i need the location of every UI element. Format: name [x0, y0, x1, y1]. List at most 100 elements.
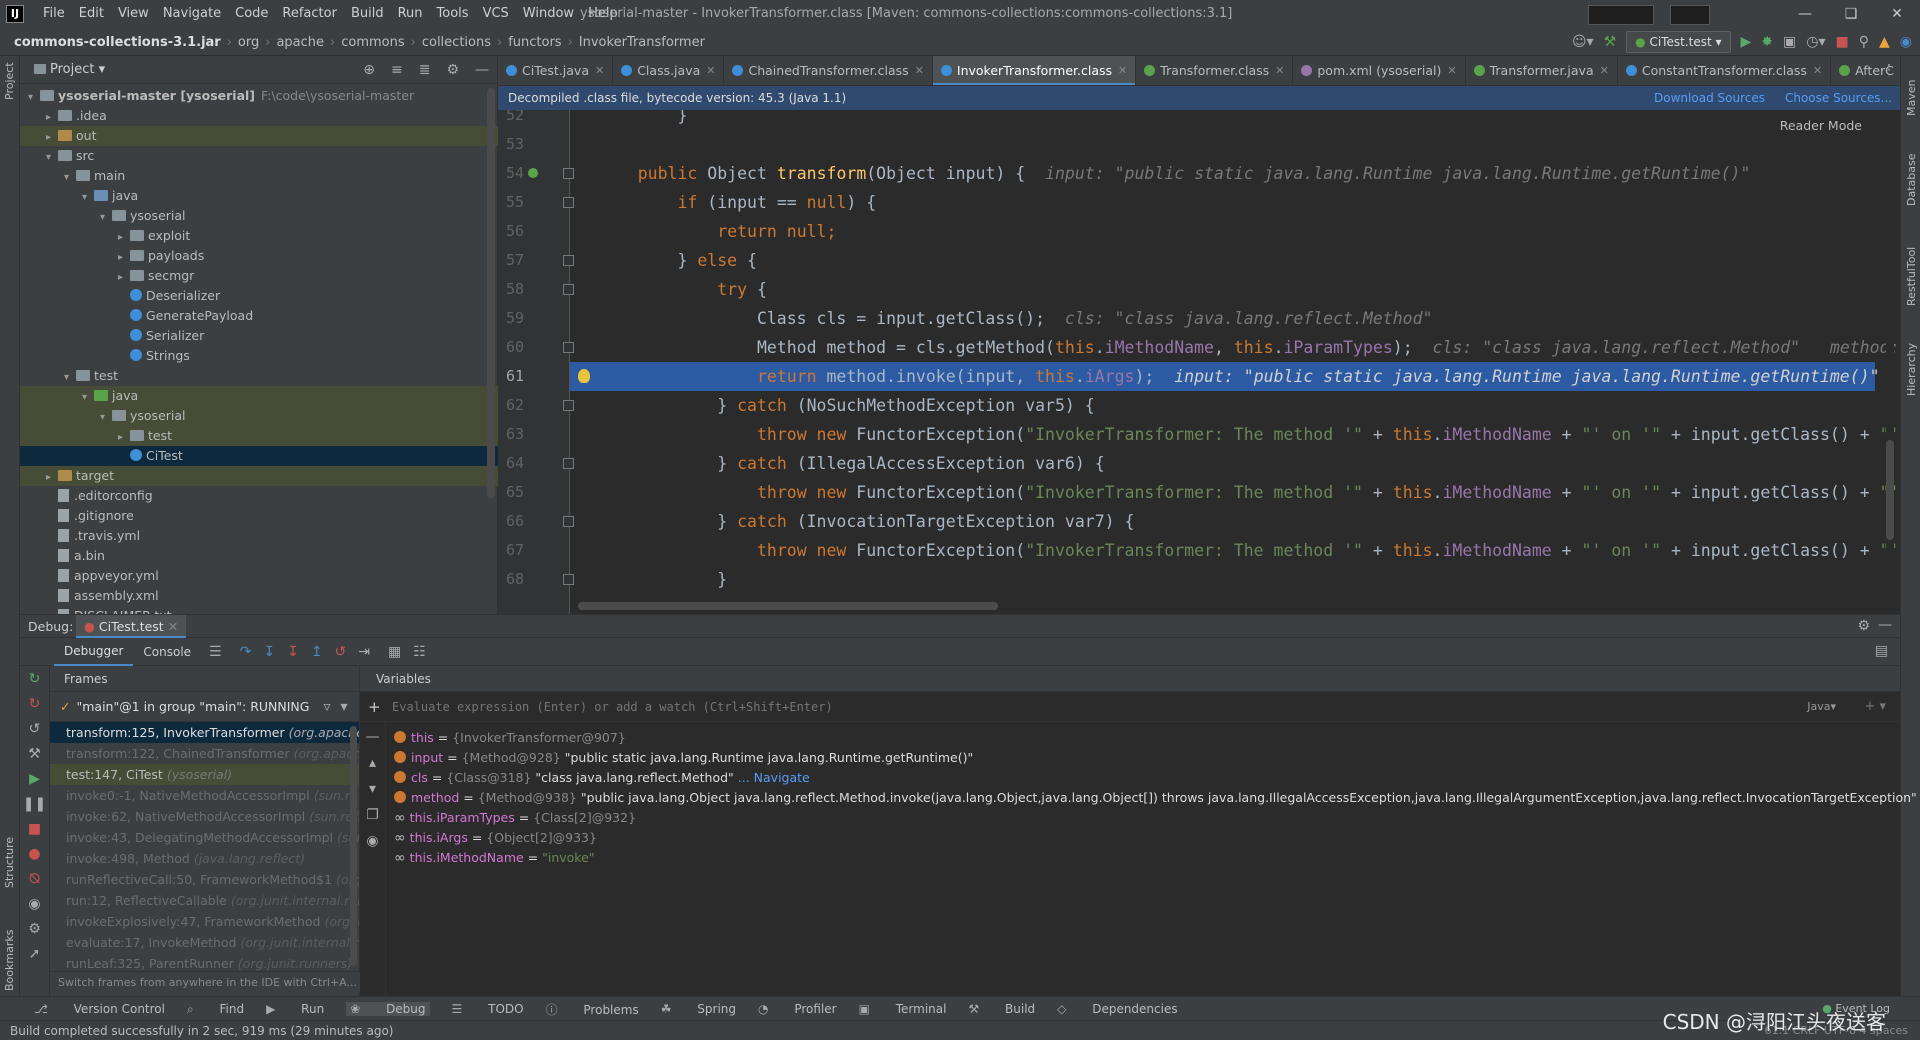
- run-icon[interactable]: ▶: [1741, 35, 1752, 49]
- tool-window-todo[interactable]: ☰ TODO: [452, 1002, 524, 1016]
- gear-icon[interactable]: ⚙: [1857, 619, 1870, 633]
- fold-marker-icon[interactable]: [563, 255, 574, 266]
- chevron-right-icon[interactable]: ▸: [46, 128, 58, 148]
- tool-window-version-control[interactable]: ⎇ Version Control: [34, 1002, 165, 1016]
- minimize-icon[interactable]: —: [1782, 0, 1828, 28]
- camera-icon[interactable]: ◉: [28, 897, 40, 911]
- line-number[interactable]: 53: [498, 135, 524, 153]
- tool-window-run[interactable]: ▶ Run: [266, 1002, 324, 1016]
- step-over-icon[interactable]: ↷: [240, 645, 252, 659]
- trace-icon[interactable]: ☷: [413, 645, 426, 659]
- implements-method-icon[interactable]: [528, 168, 538, 178]
- variable-row[interactable]: ▸∞this.iArgs = {Object[2]@933}: [360, 828, 1900, 848]
- stack-frame[interactable]: invoke:43, DelegatingMethodAccessorImpl(…: [50, 827, 359, 848]
- add-watch-icon[interactable]: +: [368, 698, 381, 716]
- thread-selector[interactable]: ✓ "main"@1 in group "main": RUNNING ▿ ▾: [50, 692, 359, 722]
- tree-node[interactable]: Serializer: [20, 326, 498, 346]
- tab-console[interactable]: Console: [133, 638, 201, 666]
- editor-tab[interactable]: ConstantTransformer.class ✕: [1618, 56, 1832, 85]
- menu-vcs[interactable]: VCS: [476, 0, 516, 28]
- menu-file[interactable]: File: [36, 0, 72, 28]
- tool-window-spring[interactable]: ☘ Spring: [661, 1002, 736, 1016]
- rerun-failed-icon[interactable]: ↻: [29, 697, 41, 711]
- editor-tab[interactable]: Transformer.java ✕: [1466, 56, 1618, 85]
- menu-tools[interactable]: Tools: [430, 0, 476, 28]
- gear-icon[interactable]: ⚙: [446, 63, 459, 77]
- line-number[interactable]: 64: [498, 454, 524, 472]
- chevron-right-icon[interactable]: ▸: [118, 428, 130, 448]
- project-tool-button[interactable]: Project: [3, 62, 16, 100]
- close-tab-icon[interactable]: ✕: [1118, 64, 1127, 77]
- line-number[interactable]: 59: [498, 309, 524, 327]
- close-tab-icon[interactable]: ✕: [1600, 64, 1609, 77]
- chevron-right-icon[interactable]: ▸: [118, 228, 130, 248]
- menu-edit[interactable]: Edit: [72, 0, 111, 28]
- tool-window-find[interactable]: ⌕ Find: [187, 1002, 244, 1017]
- step-into-icon[interactable]: ↧: [263, 645, 275, 659]
- breadcrumb-item[interactable]: functors: [504, 35, 565, 50]
- resume-icon[interactable]: ▶: [29, 772, 40, 786]
- editor-tab[interactable]: InvokerTransformer.class ✕: [932, 56, 1137, 85]
- close-tab-icon[interactable]: ✕: [1275, 64, 1284, 77]
- tool-window-terminal[interactable]: ▣ Terminal: [859, 1002, 947, 1016]
- line-number[interactable]: 62: [498, 396, 524, 414]
- user-icon[interactable]: ☺▾: [1572, 35, 1594, 49]
- stop-icon[interactable]: ■: [28, 822, 41, 836]
- eval-options-icon[interactable]: + ▾: [1864, 699, 1886, 714]
- wrench-icon[interactable]: ⚒: [28, 747, 41, 761]
- fold-marker-icon[interactable]: [563, 197, 574, 208]
- editor-tab[interactable]: Transformer.class ✕: [1136, 56, 1294, 85]
- database-tool-button[interactable]: Database: [1905, 154, 1918, 207]
- fold-marker-icon[interactable]: [563, 168, 574, 179]
- code-line[interactable]: } catch (InvocationTargetException var7)…: [598, 507, 1134, 536]
- variable-row[interactable]: ▸cls = {Class@318} "class java.lang.refl…: [360, 768, 1900, 788]
- code-line[interactable]: Method method = cls.getMethod(this.iMeth…: [598, 333, 1900, 362]
- frames-scrollbar[interactable]: [350, 726, 357, 966]
- tab-menu-icon[interactable]: ⋮: [1882, 63, 1896, 77]
- fold-marker-icon[interactable]: [563, 342, 574, 353]
- tree-node[interactable]: ▸ payloads: [20, 246, 498, 266]
- editor-tab[interactable]: pom.xml (ysoserial) ✕: [1293, 56, 1466, 85]
- close-tab-icon[interactable]: ✕: [595, 64, 604, 77]
- chevron-down-icon[interactable]: ▾: [82, 388, 94, 408]
- tree-node[interactable]: GeneratePayload: [20, 306, 498, 326]
- code-line[interactable]: }: [598, 110, 687, 130]
- tree-node[interactable]: assembly.xml: [20, 586, 498, 606]
- chevron-right-icon[interactable]: ▸: [118, 248, 130, 268]
- stack-frame[interactable]: test:147, CiTest (ysoserial): [50, 764, 359, 785]
- tree-node[interactable]: .travis.yml: [20, 526, 498, 546]
- tree-node[interactable]: ▾ src: [20, 146, 498, 166]
- tool-window-debug[interactable]: ❀ Debug: [346, 1002, 430, 1016]
- rerun-icon[interactable]: ↻: [29, 672, 41, 686]
- tool-window-profiler[interactable]: ◔ Profiler: [758, 1002, 837, 1016]
- reader-mode-toggle[interactable]: Reader Mode: [1780, 118, 1862, 133]
- stack-frame[interactable]: invokeExplosively:47, FrameworkMethod (or…: [50, 911, 359, 932]
- chevron-right-icon[interactable]: ▸: [46, 468, 58, 488]
- choose-sources-link[interactable]: Choose Sources...: [1785, 86, 1892, 110]
- breadcrumb-item[interactable]: InvokerTransformer: [575, 35, 709, 50]
- code-line[interactable]: }: [598, 565, 727, 594]
- tree-node[interactable]: ▸ exploit: [20, 226, 498, 246]
- editor-tab[interactable]: ChainedTransformer.class ✕: [724, 56, 933, 85]
- tree-node[interactable]: ▸ target: [20, 466, 498, 486]
- tree-node[interactable]: .editorconfig: [20, 486, 498, 506]
- tab-debugger[interactable]: Debugger: [54, 638, 134, 667]
- chevron-down-icon[interactable]: ▾: [28, 88, 40, 108]
- code-line[interactable]: try {: [598, 275, 767, 304]
- menu-view[interactable]: View: [111, 0, 156, 28]
- code-line[interactable]: throw new FunctorException("InvokerTrans…: [598, 536, 1900, 565]
- chevron-down-icon[interactable]: ▾: [82, 188, 94, 208]
- line-number[interactable]: 65: [498, 483, 524, 501]
- chevron-right-icon[interactable]: ▸: [46, 108, 58, 128]
- line-number[interactable]: 56: [498, 222, 524, 240]
- tree-node[interactable]: ▾ ysoserial: [20, 206, 498, 226]
- code-line[interactable]: Class cls = input.getClass(); cls: "clas…: [598, 304, 1433, 333]
- menu-build[interactable]: Build: [344, 0, 391, 28]
- menu-refactor[interactable]: Refactor: [275, 0, 344, 28]
- close-tab-icon[interactable]: ✕: [1813, 64, 1822, 77]
- tree-node[interactable]: ▾ main: [20, 166, 498, 186]
- line-number[interactable]: 57: [498, 251, 524, 269]
- close-tab-icon[interactable]: ✕: [1447, 64, 1456, 77]
- tree-node[interactable]: .gitignore: [20, 506, 498, 526]
- editor-gutter[interactable]: 52 53 54 55 56 57 58 59 60 61 62 63 64 65 66 67 68: [498, 110, 574, 614]
